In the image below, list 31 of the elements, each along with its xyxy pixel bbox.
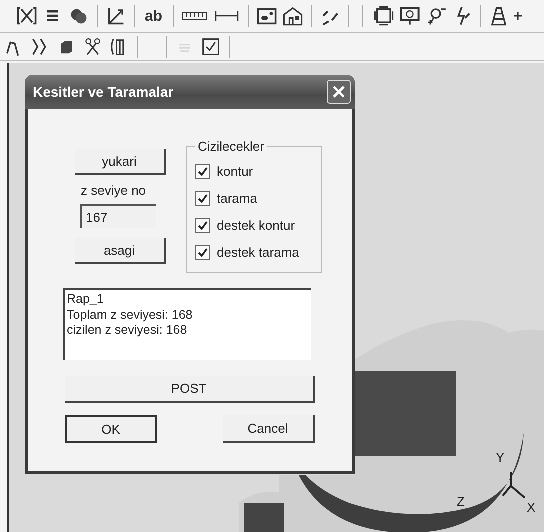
frame-x-icon[interactable]: [16, 5, 38, 27]
report-line: cizilen z seviyesi: 168: [67, 323, 188, 338]
post-button[interactable]: POST: [65, 376, 315, 403]
up-button[interactable]: yukari: [75, 149, 166, 175]
group-title: Cizilecekler: [197, 139, 266, 154]
checkbox-label: destek tarama: [217, 245, 300, 260]
level-label: z seviye no: [81, 183, 146, 198]
checkbox-label: kontur: [217, 164, 254, 179]
close-icon: [332, 85, 346, 99]
monitor-icon[interactable]: [398, 5, 421, 27]
checkbox-label: destek kontur: [217, 218, 296, 233]
frame-icon[interactable]: [372, 5, 395, 27]
axis-label: Z: [457, 495, 465, 508]
checkbox[interactable]: [195, 218, 210, 233]
checkbox[interactable]: [195, 191, 210, 206]
text-tool-button[interactable]: ab: [142, 8, 166, 24]
report-line: Rap_1: [67, 292, 105, 308]
checkbox-tool-icon[interactable]: [200, 36, 222, 58]
down-button[interactable]: asagi: [75, 238, 166, 264]
window-title: Kesitler ve Taramalar: [33, 84, 174, 100]
house-icon[interactable]: [282, 5, 304, 27]
ok-button[interactable]: OK: [65, 415, 157, 443]
close-button[interactable]: [327, 80, 351, 104]
checkbox[interactable]: [195, 245, 210, 260]
checkbox-label: tarama: [217, 191, 258, 206]
axis-label: Y: [496, 451, 505, 464]
level-field[interactable]: 167: [80, 204, 156, 228]
report-line: Toplam z seviyesi: 168: [67, 308, 194, 323]
checkbox[interactable]: [195, 164, 210, 179]
axis-label: X: [527, 501, 536, 514]
cancel-button[interactable]: Cancel: [223, 415, 315, 443]
